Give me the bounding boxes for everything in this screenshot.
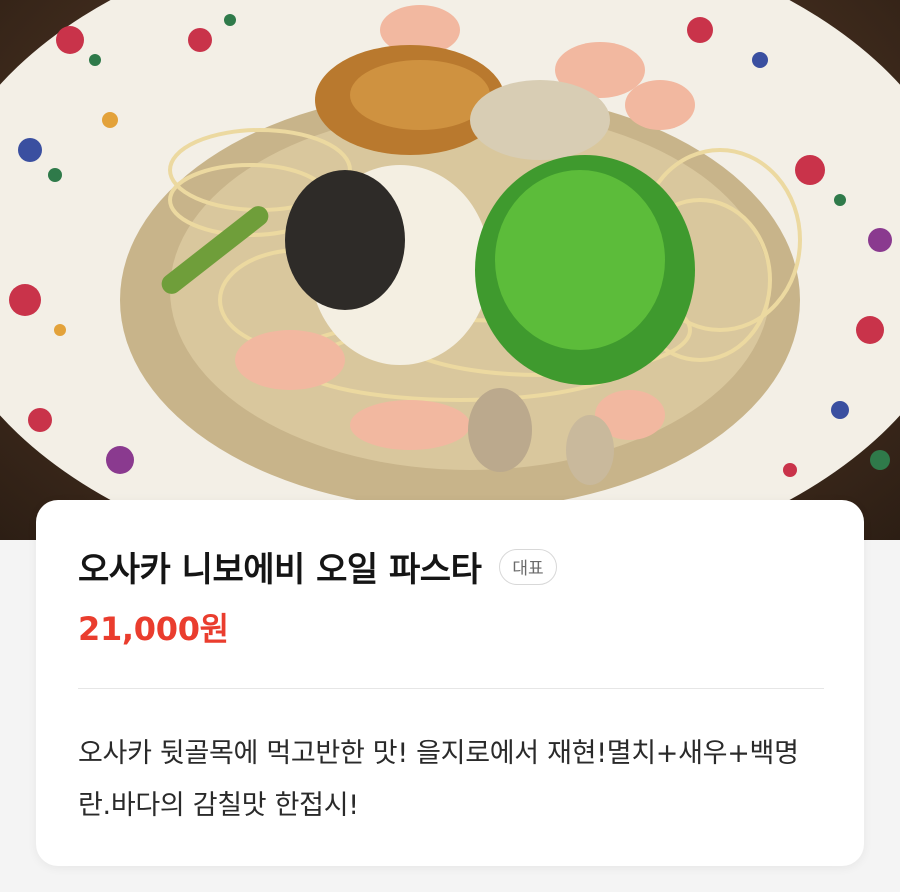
title-row: 오사카 니보에비 오일 파스타 대표 bbox=[78, 542, 557, 591]
menu-description: 오사카 뒷골목에 먹고반한 맛! 을지로에서 재현!멸치+새우+백명란.바다의 … bbox=[78, 738, 799, 821]
seaweed-topping bbox=[285, 170, 405, 310]
divider bbox=[78, 688, 824, 689]
menu-detail-page: 오사카 니보에비 오일 파스타 대표 21,000원 오사카 뒷골목에 먹고반한… bbox=[0, 0, 900, 892]
menu-info-card: 오사카 니보에비 오일 파스타 대표 21,000원 오사카 뒷골목에 먹고반한… bbox=[36, 500, 864, 866]
menu-price: 21,000원 bbox=[78, 610, 229, 648]
representative-badge: 대표 bbox=[499, 548, 557, 585]
mushroom bbox=[468, 388, 532, 472]
menu-title: 오사카 니보에비 오일 파스타 bbox=[78, 550, 482, 590]
menu-photo[interactable] bbox=[0, 0, 900, 540]
dried-anchovies bbox=[470, 80, 610, 160]
